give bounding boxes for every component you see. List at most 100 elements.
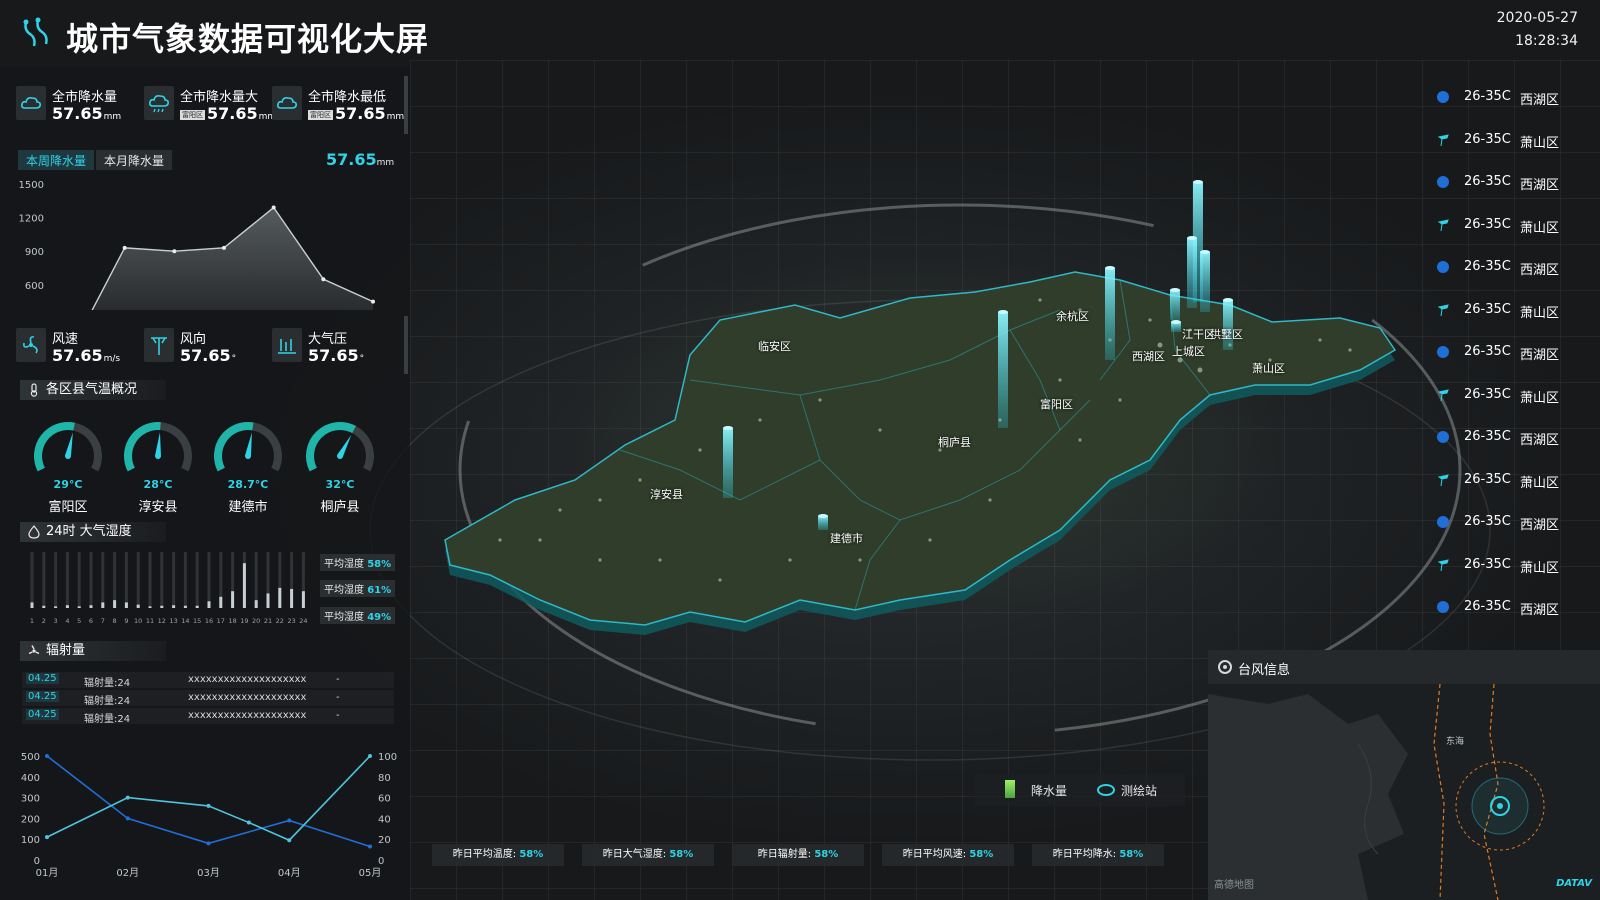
stat-wind-speed[interactable]: 风速 57.65m/s [12,320,140,370]
station-row[interactable]: 26-35C 萧山区 [1436,554,1596,576]
hour-label: 22 [276,617,284,625]
temperature-gauge[interactable]: 28.7°C 建德市 [208,418,288,515]
stat-air-pressure[interactable]: 大气压 57.65° [268,320,396,370]
station-row[interactable]: 26-35C 西湖区 [1436,86,1596,108]
rainfall-column-cap [1193,180,1203,184]
rainfall-column-cap [1170,288,1180,292]
humidity-chart[interactable]: 1 2 3 4 5 6 7 8 9 10 11 12 13 14 15 16 17 18 19 20 21 22 23 24 [18,550,318,628]
y-right-tick-label: 0 [378,856,384,867]
radiation-row[interactable]: 04.25 辐射量:24 xxxxxxxxxxxxxxxxxxxx - [22,690,394,707]
station-temp: 26-35C [1464,471,1511,487]
gauge-hub [155,453,161,459]
y-right-tick-label: 20 [378,835,391,846]
rainfall-column-cap [998,310,1008,314]
series-point [125,816,130,821]
gauge-district: 淳安县 [138,500,178,515]
stat-value: 57.65mm [52,104,122,123]
precip-total: 57.65mm [326,150,395,169]
wind-flag-icon [1437,303,1449,316]
station-row[interactable]: 26-35C 西湖区 [1436,511,1596,533]
tab-weekly-precip[interactable]: 本周降水量 [18,150,95,170]
radiation-icon [28,645,40,655]
station-row[interactable]: 26-35C 西湖区 [1436,171,1596,193]
station-row[interactable]: 26-35C 西湖区 [1436,341,1596,363]
datav-logo: DATAV [1556,878,1592,889]
wind-flag-icon [1437,133,1449,146]
hour-label: 8 [113,617,117,625]
map-label: 江干区 [1182,328,1215,341]
humidity-bar [231,591,235,608]
monthly-line-chart[interactable]: 0 100 200 300 400 500 0 20 40 60 80 100 01月 02月 03月 04月… [0,748,410,888]
stat-value: 57.65m/s [52,346,121,365]
header-date: 2020-05-27 [1496,10,1578,26]
y-tick-label: 600 [25,281,44,292]
tab-monthly-precip[interactable]: 本月降水量 [96,150,173,170]
y-tick-label: 1200 [19,214,44,225]
hour-label: 3 [54,617,58,625]
y-left-tick-label: 200 [21,814,40,825]
avg-humidity-label: 平均湿度 58% [320,554,396,571]
series-point [368,844,372,849]
station-row[interactable]: 26-35C 西湖区 [1436,596,1596,618]
stat-city-precip[interactable]: 全市降水量 57.65mm [12,78,140,128]
gauge-hub [337,453,343,459]
section-title: 各区县气温概况 [46,382,138,397]
station-temp: 26-35C [1464,89,1511,104]
series-point [45,754,49,758]
gauge-fill [124,422,161,472]
radiation-row[interactable]: 04.25 辐射量:24 xxxxxxxxxxxxxxxxxxxx - [22,672,394,689]
stat-min-precip[interactable]: 全市降水最低 富阳区 57.65mm [268,78,404,128]
stat-wind-direction[interactable]: 风向 57.65° [140,320,268,370]
gauge-dial [214,422,282,472]
station-row[interactable]: 26-35C 萧山区 [1436,469,1596,491]
rain-bar-icon [1005,780,1015,798]
map-brand: 高德地图 [1214,880,1254,891]
precip-stats: 全市降水量 57.65mm 全市降水量大 富阳区 57.65mm 全市降水最低 富… [12,78,404,128]
y-left-tick-label: 100 [21,835,40,846]
district-tag: 富阳区 [180,109,205,120]
humidity-bar [172,605,176,608]
station-row[interactable]: 26-35C 萧山区 [1436,299,1596,321]
humidity-bar [113,600,117,608]
humidity-section-header: 24时 大气湿度 [20,522,166,542]
map-region[interactable] [444,271,1397,626]
y-right-tick-label: 60 [378,794,391,805]
station-dot-icon [1437,346,1449,358]
temperature-gauge[interactable]: 28°C 淳安县 [118,418,198,515]
humidity-bar [42,605,46,608]
x-tick-label: 02月 [116,867,139,879]
stat-max-precip[interactable]: 全市降水量大 富阳区 57.65mm [140,78,276,128]
pressure-icon [272,328,302,362]
radiation-code: xxxxxxxxxxxxxxxxxxxx [188,674,307,685]
station-district: 萧山区 [1520,135,1560,151]
rainfall-column [1223,300,1233,350]
humidity-bar [195,605,199,608]
precip-tabs: 本周降水量 本月降水量 [18,150,174,170]
temperature-gauge[interactable]: 29°C 富阳区 [28,418,108,515]
station-row[interactable]: 26-35C 萧山区 [1436,384,1596,406]
series-point [368,754,372,758]
gauge-hub [65,453,71,459]
y-left-tick-label: 0 [34,856,40,867]
map-label: 临安区 [758,340,791,353]
station-row[interactable]: 26-35C 西湖区 [1436,426,1596,448]
typhoon-map[interactable] [1208,684,1600,900]
hour-label: 17 [217,617,225,625]
station-district: 西湖区 [1520,93,1560,108]
station-row[interactable]: 26-35C 萧山区 [1436,129,1596,151]
series-point [206,841,211,846]
temperature-gauge[interactable]: 32°C 桐庐县 [300,418,380,515]
gauge-temperature: 28°C [143,478,173,491]
humidity-bar [77,606,81,608]
y-right-tick-label: 40 [378,814,391,825]
humidity-bar [183,605,187,608]
weekly-precip-chart[interactable]: 030060090012001500MonTueWedThuFriSatSun [0,174,400,310]
gauge-district: 桐庐县 [320,500,360,515]
humidity-bar [242,563,246,608]
rainfall-column [1105,268,1115,360]
station-district: 西湖区 [1520,263,1560,278]
radiation-row[interactable]: 04.25 辐射量:24 xxxxxxxxxxxxxxxxxxxx - [22,708,394,725]
gauge-hub [245,453,251,459]
station-row[interactable]: 26-35C 萧山区 [1436,214,1596,236]
station-row[interactable]: 26-35C 西湖区 [1436,256,1596,278]
